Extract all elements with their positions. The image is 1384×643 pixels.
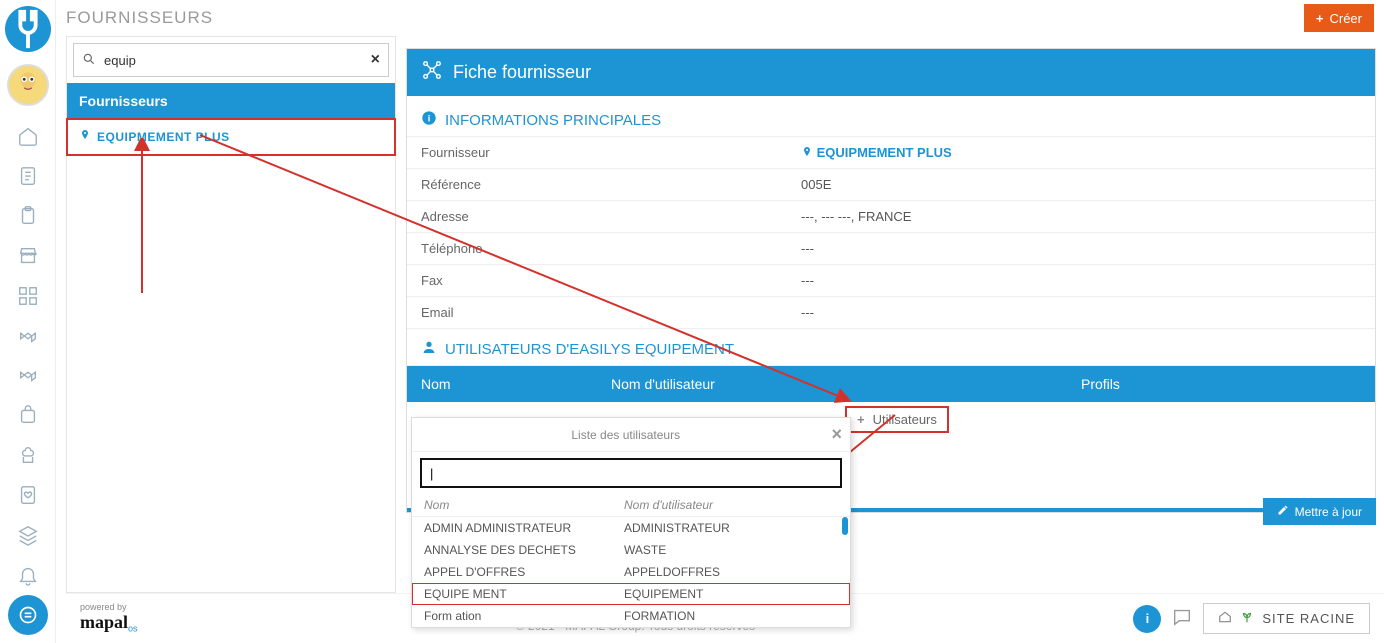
svg-text:i: i [428, 113, 431, 123]
clear-icon[interactable]: × [371, 51, 380, 69]
site-selector[interactable]: SITE RACINE [1203, 603, 1370, 634]
section-users-title: UTILISATEURS D'EASILYS EQUIPEMENT [407, 329, 1375, 366]
create-button[interactable]: + Créer [1304, 4, 1374, 32]
update-button[interactable]: Mettre à jour [1263, 498, 1376, 525]
popup-user-row[interactable]: EQUIPE MENTEQUIPEMENT [412, 583, 850, 605]
nav-bell-icon[interactable] [8, 559, 48, 591]
search-box[interactable]: × [73, 43, 389, 77]
home-icon [1218, 610, 1232, 627]
search-input[interactable] [102, 52, 365, 69]
user-icon [421, 339, 437, 359]
nav-handshake-icon[interactable] [8, 320, 48, 352]
icon-rail [0, 0, 56, 643]
page-title: FOURNISSEURS [66, 8, 213, 28]
supplier-name: EQUIPMEMENT PLUS [97, 130, 230, 144]
card-header: Fiche fournisseur [407, 49, 1375, 96]
row-telephone: Téléphone--- [407, 233, 1375, 265]
list-header: Fournisseurs [67, 83, 395, 119]
search-icon [82, 52, 96, 69]
nav-dashboard-icon[interactable] [8, 280, 48, 312]
users-table-header: Nom Nom d'utilisateur Profils [407, 366, 1375, 402]
nav-handshake2-icon[interactable] [8, 360, 48, 392]
card-title: Fiche fournisseur [453, 62, 591, 83]
info-button[interactable]: i [1133, 605, 1161, 633]
popup-search-input[interactable] [428, 465, 834, 482]
popup-user-row[interactable]: APPEL D'OFFRESAPPELDOFFRES [412, 561, 850, 583]
section-info-title: i INFORMATIONS PRINCIPALES [407, 100, 1375, 137]
rail-menu-icon[interactable] [8, 595, 48, 635]
popup-table-header: Nom Nom d'utilisateur [412, 494, 850, 517]
plus-icon: + [1316, 11, 1324, 26]
create-label: Créer [1329, 11, 1362, 26]
rail-bottom [8, 595, 48, 635]
popup-user-row[interactable]: ANNALYSE DES DECHETSWASTE [412, 539, 850, 561]
user-avatar[interactable] [7, 64, 49, 106]
row-email: Email--- [407, 297, 1375, 329]
supplier-card: Fiche fournisseur i INFORMATIONS PRINCIP… [406, 48, 1376, 513]
chat-icon[interactable] [1171, 606, 1193, 631]
top-bar: FOURNISSEURS + Créer [56, 0, 1384, 36]
footer-right: i SITE RACINE [1133, 603, 1370, 634]
info-icon: i [421, 110, 437, 130]
app-logo[interactable] [5, 6, 51, 52]
row-fax: Fax--- [407, 265, 1375, 297]
popup-user-row[interactable]: ADMIN ADMINISTRATEURADMINISTRATEUR [412, 517, 850, 539]
powered-by: powered by mapalos [80, 603, 138, 634]
pin-icon [79, 129, 91, 144]
nav-home-icon[interactable] [8, 120, 48, 152]
pencil-icon [1277, 504, 1289, 519]
nav-heart-doc-icon[interactable] [8, 479, 48, 511]
plus-icon: + [857, 412, 865, 427]
nav-clipboard-icon[interactable] [8, 200, 48, 232]
supplier-list-item[interactable]: EQUIPMEMENT PLUS [67, 119, 395, 155]
main-panel: Fiche fournisseur i INFORMATIONS PRINCIP… [406, 48, 1376, 593]
left-panel: × Fournisseurs EQUIPMEMENT PLUS [66, 36, 396, 593]
popup-title: Liste des utilisateurs [420, 428, 831, 442]
network-icon [421, 59, 443, 86]
close-icon[interactable]: × [831, 424, 842, 445]
nav-layers-icon[interactable] [8, 519, 48, 551]
user-list-popup: Liste des utilisateurs × Nom Nom d'utili… [411, 417, 851, 628]
scrollbar-thumb[interactable] [842, 517, 848, 535]
row-adresse: Adresse---, --- ---, FRANCE [407, 201, 1375, 233]
nav-chef-icon[interactable] [8, 439, 48, 471]
sprout-icon [1240, 610, 1254, 627]
add-user-button[interactable]: + Utilisateurs [847, 408, 947, 431]
popup-list: ADMIN ADMINISTRATEURADMINISTRATEURANNALY… [412, 517, 850, 627]
row-reference: Référence005E [407, 169, 1375, 201]
nav-bag-icon[interactable] [8, 399, 48, 431]
nav-doc-icon[interactable] [8, 160, 48, 192]
popup-user-row[interactable]: Form ationFORMATION [412, 605, 850, 627]
row-fournisseur: Fournisseur EQUIPMEMENT PLUS [407, 137, 1375, 169]
nav-store-icon[interactable] [8, 240, 48, 272]
